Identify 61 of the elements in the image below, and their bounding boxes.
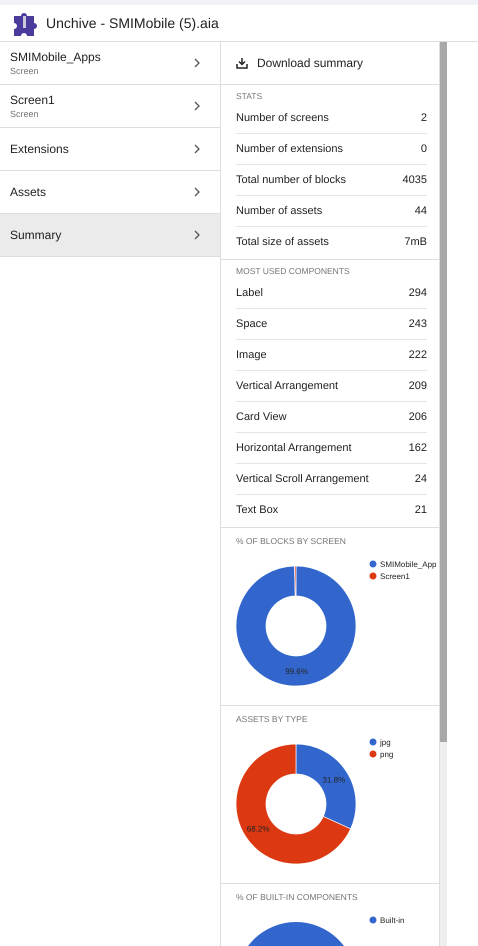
stat-value: 24 xyxy=(414,473,427,485)
stat-value: 44 xyxy=(414,205,427,217)
stat-value: 7mB xyxy=(404,236,427,248)
stat-value: 209 xyxy=(408,380,427,392)
stat-value: 243 xyxy=(408,318,427,330)
download-summary-button[interactable]: Download summary xyxy=(221,42,439,85)
item-label: Screen1 xyxy=(10,93,55,107)
legend-label: Screen1 xyxy=(380,572,410,581)
stat-value: 4035 xyxy=(402,174,427,186)
legend-label: Built-in xyxy=(380,916,404,925)
chart-title: % OF BLOCKS BY SCREEN xyxy=(236,536,347,546)
stat-label: Number of assets xyxy=(236,205,322,217)
chevron-right-icon xyxy=(194,101,200,111)
section-heading: MOST USED COMPONENTS xyxy=(236,266,351,276)
item-label: SMIMobile_Apps xyxy=(10,50,101,64)
chevron-right-icon xyxy=(194,144,200,154)
section-heading: STATS xyxy=(236,91,264,101)
stat-value: 0 xyxy=(420,143,427,155)
stat-label: Space xyxy=(236,318,268,330)
legend-label: png xyxy=(380,750,394,759)
legend-dot xyxy=(370,750,376,758)
stat-label: Number of screens xyxy=(236,112,329,124)
stat-label: Number of extensions xyxy=(236,143,343,155)
stat-label: Horizontal Arrangement xyxy=(236,442,352,454)
scrollbar[interactable] xyxy=(440,42,447,946)
item-subtitle: Screen xyxy=(10,66,40,76)
download-icon xyxy=(236,58,248,68)
chart-title: % OF BUILT-IN COMPONENTS xyxy=(236,892,359,902)
stat-value: 2 xyxy=(420,112,427,124)
slice-label: 68.2% xyxy=(246,824,270,834)
legend-label: jpg xyxy=(380,738,391,747)
stat-value: 294 xyxy=(408,287,427,299)
item-label: Extensions xyxy=(10,142,69,156)
window-title: Unchive - SMIMobile (5).aia xyxy=(46,15,219,31)
legend-dot xyxy=(370,738,376,746)
item-label: Summary xyxy=(10,228,62,242)
stat-label: Card View xyxy=(236,411,287,423)
stat-label: Image xyxy=(236,349,267,361)
stat-value: 206 xyxy=(408,411,427,423)
chevron-right-icon xyxy=(194,187,200,197)
stat-label: Vertical Arrangement xyxy=(236,380,338,392)
legend-dot xyxy=(370,572,376,580)
stat-label: Total size of assets xyxy=(236,236,329,248)
stat-label: Vertical Scroll Arrangement xyxy=(236,473,369,485)
slice-label: 31.8% xyxy=(322,776,346,785)
item-subtitle: Screen xyxy=(10,109,40,119)
stat-label: Total number of blocks xyxy=(236,174,346,186)
stat-value: 162 xyxy=(408,442,427,454)
legend-dot xyxy=(370,560,376,568)
chevron-right-icon xyxy=(194,58,200,68)
slice-label: 99.6% xyxy=(285,667,308,676)
legend-label: SMIMobile_App xyxy=(380,560,436,569)
stat-value: 21 xyxy=(414,504,427,516)
stat-label: Text Box xyxy=(236,504,278,516)
chevron-right-icon xyxy=(194,230,200,240)
sidebar-item[interactable]: Summary xyxy=(0,214,220,257)
stat-label: Label xyxy=(236,287,263,299)
legend-dot xyxy=(370,916,376,924)
stat-value: 222 xyxy=(408,349,427,361)
item-label: Assets xyxy=(10,185,46,199)
chart-title: ASSETS BY TYPE xyxy=(236,714,308,724)
